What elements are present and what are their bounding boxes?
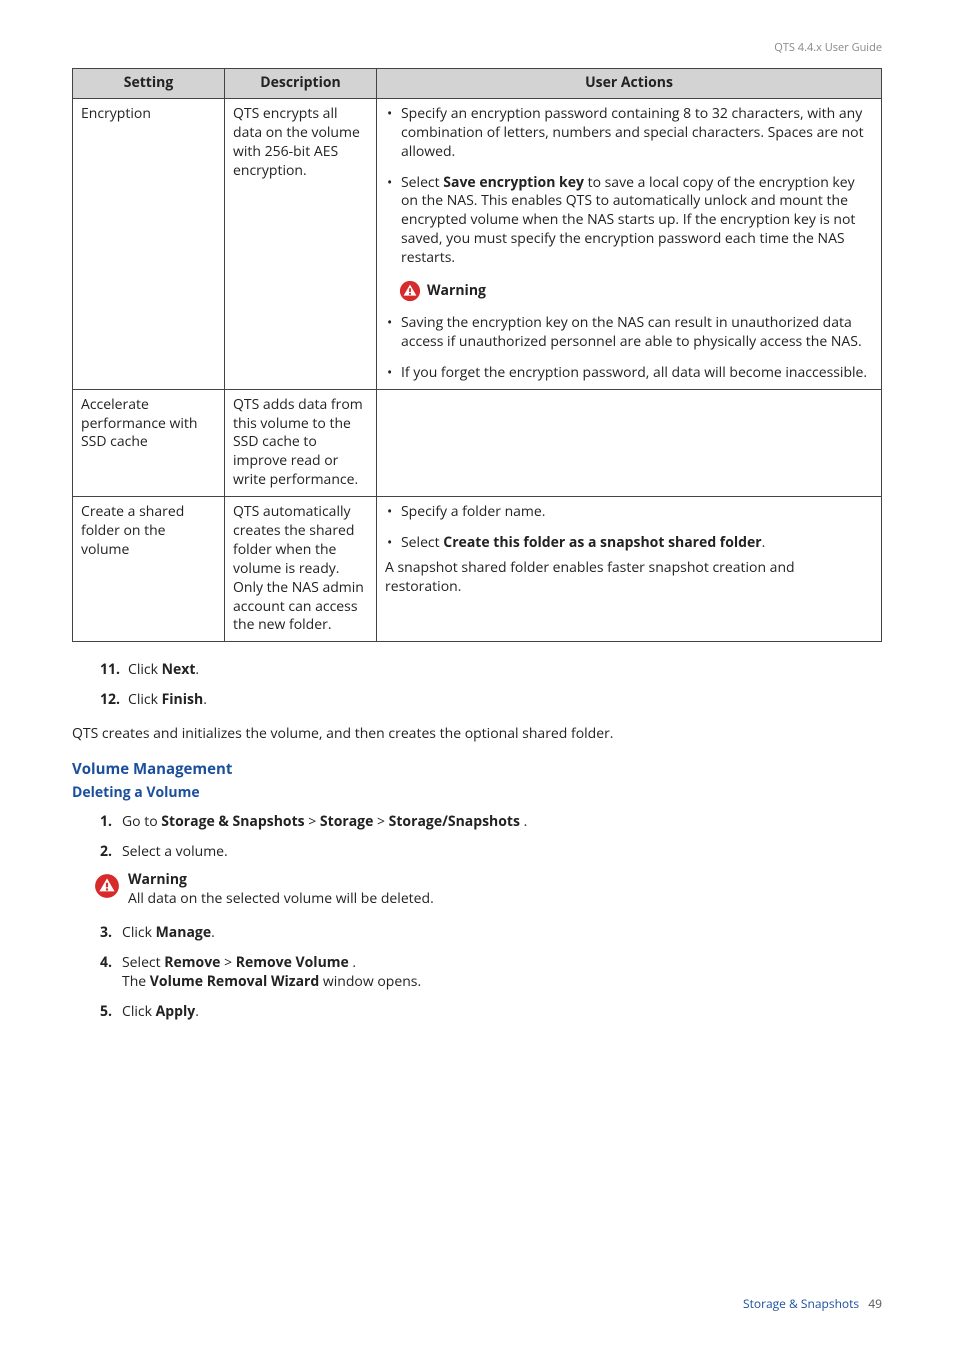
cell-setting: Accelerate performance with SSD cache xyxy=(73,389,225,496)
header-guide-title: QTS 4.4.x User Guide xyxy=(774,40,882,55)
step-text-pre: Click xyxy=(128,660,162,679)
action-note: A snapshot shared folder enables faster … xyxy=(385,559,873,597)
th-description: Description xyxy=(225,69,377,99)
warning-icon xyxy=(94,873,120,899)
step-text-bold: Manage xyxy=(156,923,212,942)
warning-body: All data on the selected volume will be … xyxy=(128,890,434,909)
step-text-pre: Go to xyxy=(122,812,161,831)
step-text-bold: Volume Removal Wizard xyxy=(150,972,319,991)
table-row: Accelerate performance with SSD cache QT… xyxy=(73,389,882,496)
step-item: Select a volume. xyxy=(100,842,882,862)
footer-page-number: 49 xyxy=(868,1295,882,1312)
action-item: Specify an encryption password containin… xyxy=(385,105,873,162)
warning-label: Warning xyxy=(427,282,486,301)
warning-callout: Warning xyxy=(399,280,873,302)
footer-section: Storage & Snapshots xyxy=(743,1295,859,1312)
step-item: Select Remove > Remove Volume . The Volu… xyxy=(100,953,882,992)
step-text-post: . xyxy=(211,923,215,942)
numbered-steps-continued-2: Click Manage. Select Remove > Remove Vol… xyxy=(100,923,882,1021)
table-row: Create a shared folder on the volume QTS… xyxy=(73,497,882,642)
action-text-bold: Save encryption key xyxy=(443,173,584,192)
step-text-post: . xyxy=(195,1002,199,1021)
step-text-bold: Storage/Snapshots xyxy=(389,812,520,831)
action-item: Specify a folder name. xyxy=(385,503,873,522)
step-text-bold: Remove Volume xyxy=(236,953,349,972)
step-text-pre: Select xyxy=(122,953,164,972)
action-text-bold: Create this folder as a snapshot shared … xyxy=(443,533,761,552)
warning-item: If you forget the encryption password, a… xyxy=(385,364,873,383)
step-text-bold: Storage & Snapshots xyxy=(161,812,304,831)
step-sep: > xyxy=(305,812,320,831)
step-text-post: . xyxy=(520,812,527,831)
numbered-steps: Go to Storage & Snapshots > Storage > St… xyxy=(100,812,882,861)
warning-title: Warning xyxy=(128,871,434,890)
action-text-pre: Select xyxy=(401,533,443,552)
step-item: Go to Storage & Snapshots > Storage > St… xyxy=(100,812,882,832)
th-user-actions: User Actions xyxy=(377,69,882,99)
step-text-pre: The xyxy=(122,972,150,991)
step-text-bold: Apply xyxy=(156,1002,196,1021)
step-sep: > xyxy=(220,953,235,972)
warning-item: Saving the encryption key on the NAS can… xyxy=(385,314,873,352)
cell-setting: Create a shared folder on the volume xyxy=(73,497,225,642)
step-text-post: window opens. xyxy=(319,972,421,991)
th-setting: Setting xyxy=(73,69,225,99)
step-text-post: . xyxy=(195,660,199,679)
step-item: Click Finish. xyxy=(100,690,882,710)
cell-user-actions: Specify a folder name. Select Create thi… xyxy=(377,497,882,642)
step-text-post: . xyxy=(349,953,356,972)
step-item: Click Manage. xyxy=(100,923,882,943)
step-text-pre: Click xyxy=(128,690,162,709)
action-text-pre: Select xyxy=(401,173,443,192)
step-text-bold: Remove xyxy=(164,953,220,972)
cell-description: QTS encrypts all data on the volume with… xyxy=(225,98,377,389)
cell-user-actions: Specify an encryption password containin… xyxy=(377,98,882,389)
cell-description: QTS adds data from this volume to the SS… xyxy=(225,389,377,496)
step-sep: > xyxy=(373,812,388,831)
table-row: Encryption QTS encrypts all data on the … xyxy=(73,98,882,389)
paragraph-result: QTS creates and initializes the volume, … xyxy=(72,724,882,744)
action-text-post: . xyxy=(762,533,766,552)
step-text-bold: Finish xyxy=(162,690,204,709)
page-footer: Storage & Snapshots 49 xyxy=(743,1295,882,1312)
action-item: Select Create this folder as a snapshot … xyxy=(385,534,873,553)
warning-block: Warning All data on the selected volume … xyxy=(94,871,882,909)
settings-table: Setting Description User Actions Encrypt… xyxy=(72,68,882,642)
numbered-steps-continued: Click Next. Click Finish. xyxy=(100,660,882,709)
cell-setting: Encryption xyxy=(73,98,225,389)
warning-icon xyxy=(399,280,421,302)
step-item: Click Apply. xyxy=(100,1002,882,1022)
step-item: Click Next. xyxy=(100,660,882,680)
step-text-pre: Click xyxy=(122,923,156,942)
table-header-row: Setting Description User Actions xyxy=(73,69,882,99)
subsection-heading: Deleting a Volume xyxy=(72,783,882,802)
step-text-bold: Storage xyxy=(320,812,373,831)
step-text-post: . xyxy=(203,690,207,709)
step-text-bold: Next xyxy=(162,660,196,679)
step-text-pre: Click xyxy=(122,1002,156,1021)
cell-description: QTS automatically creates the shared fol… xyxy=(225,497,377,642)
cell-user-actions xyxy=(377,389,882,496)
action-item: Select Save encryption key to save a loc… xyxy=(385,174,873,268)
section-heading: Volume Management xyxy=(72,759,882,779)
